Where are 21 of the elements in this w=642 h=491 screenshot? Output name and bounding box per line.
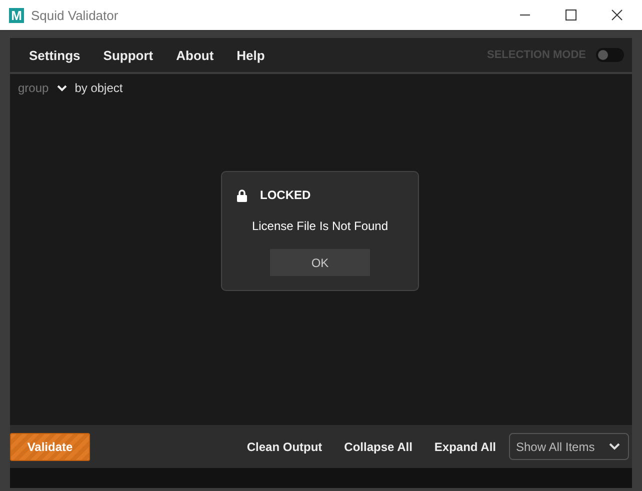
dialog-title: LOCKED [260,188,311,202]
selection-mode-toggle[interactable] [596,48,624,62]
menu-item[interactable]: Support [103,48,154,62]
chevron-down-icon[interactable] [56,84,67,92]
action-button[interactable]: Clean Output [236,440,334,454]
action-button[interactable]: Expand All [423,440,507,454]
lock-icon [237,188,247,202]
group-value[interactable]: by object [74,81,123,95]
window-title: Squid Validator [31,8,118,22]
ok-button[interactable]: OK [270,249,370,276]
menu-item[interactable]: Help [236,48,265,62]
menu-item[interactable]: Settings [29,48,80,62]
close-icon[interactable] [611,9,623,21]
action-button[interactable]: Collapse All [333,440,424,454]
chevron-down-icon [609,443,620,450]
group-label: group [18,81,49,95]
menu-item[interactable]: About [176,48,214,62]
filter-dropdown[interactable]: Show All Items [509,433,629,460]
app-icon: M [9,8,24,22]
dialog-message: License File Is Not Found [252,219,388,233]
maximize-icon[interactable] [565,9,577,21]
